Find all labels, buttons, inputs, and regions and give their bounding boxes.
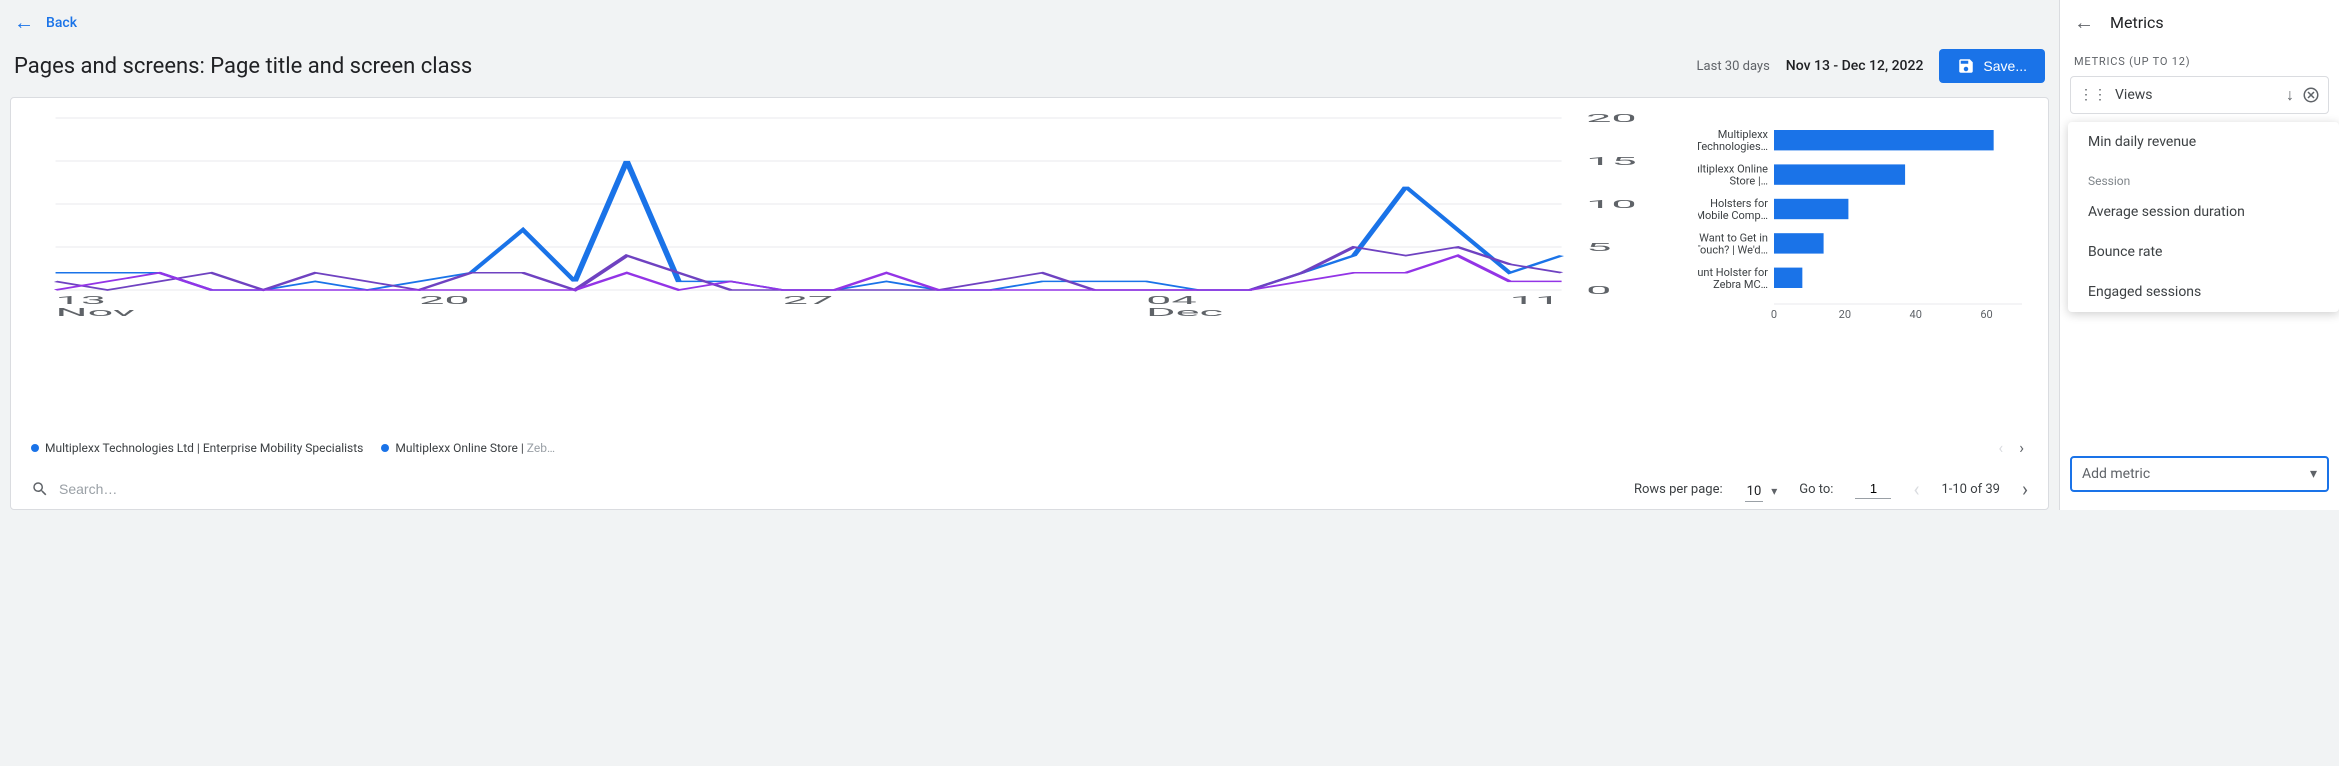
date-range[interactable]: Nov 13 - Dec 12, 2022 [1786, 58, 1924, 74]
legend-next-icon[interactable]: › [2015, 434, 2028, 461]
rows-per-page-label: Rows per page: [1634, 482, 1723, 497]
back-link[interactable]: Back [46, 15, 77, 31]
page-title: Pages and screens: Page title and screen… [14, 54, 1681, 79]
svg-text:15: 15 [1586, 155, 1637, 168]
svg-text:13: 13 [56, 294, 107, 307]
metric-chip-label: Views [2115, 87, 2278, 103]
legend-label: Multiplexx Technologies Ltd | Enterprise… [45, 441, 363, 455]
metrics-section-label: METRICS (UP TO 12) [2070, 45, 2329, 76]
bar-chart: MultiplexxTechnologies…Multiplexx Online… [1698, 110, 2028, 320]
legend-dot-icon [381, 444, 389, 452]
svg-text:40: 40 [1910, 308, 1922, 320]
rows-per-page-value[interactable]: 10 [1745, 482, 1764, 502]
dropdown-group-label: Session [2068, 162, 2339, 192]
goto-input[interactable] [1855, 479, 1891, 499]
svg-text:27: 27 [783, 294, 834, 307]
drag-handle-icon[interactable]: ⋮⋮ [2079, 87, 2107, 103]
search-icon [31, 480, 49, 498]
svg-text:0: 0 [1586, 284, 1611, 297]
svg-text:11: 11 [1510, 294, 1561, 307]
dropdown-item[interactable]: Average session duration [2068, 192, 2339, 232]
svg-text:10: 10 [1586, 198, 1637, 211]
legend-item[interactable]: Multiplexx Online Store | Zeb… [381, 441, 555, 455]
remove-icon[interactable] [2302, 86, 2320, 104]
line-chart: 0 5 10 15 20 13Nov 20 27 04Dec 11 [31, 110, 1668, 320]
svg-text:20: 20 [1839, 308, 1851, 320]
save-button[interactable]: Save... [1939, 49, 2045, 83]
svg-text:20: 20 [419, 294, 470, 307]
save-button-label: Save... [1983, 58, 2027, 74]
sidepanel-back-icon[interactable]: ← [2074, 10, 2094, 35]
caret-down-icon[interactable]: ▾ [1771, 484, 1777, 498]
dropdown-item[interactable]: Bounce rate [2068, 232, 2339, 272]
sort-descending-icon[interactable]: ↓ [2286, 85, 2294, 105]
metric-chip-views[interactable]: ⋮⋮ Views ↓ [2070, 76, 2329, 114]
svg-text:0: 0 [1771, 308, 1777, 320]
dropdown-item[interactable]: Min daily revenue [2068, 122, 2339, 162]
svg-text:Nov: Nov [56, 306, 135, 319]
svg-text:Dec: Dec [1146, 306, 1223, 319]
chart-legend: Multiplexx Technologies Ltd | Enterprise… [31, 428, 2028, 467]
sidepanel-title: Metrics [2110, 13, 2164, 32]
svg-text:Store |…: Store |… [1729, 175, 1768, 188]
svg-text:20: 20 [1586, 112, 1637, 125]
svg-text:04: 04 [1146, 294, 1197, 307]
caret-down-icon: ▾ [2310, 466, 2317, 482]
page-range: 1-10 of 39 [1941, 482, 2000, 497]
metric-dropdown[interactable]: Min daily revenue Session Average sessio… [2068, 122, 2339, 312]
page-prev-icon: ‹ [1913, 477, 1919, 501]
legend-item[interactable]: Multiplexx Technologies Ltd | Enterprise… [31, 441, 363, 455]
dropdown-item[interactable]: Engaged sessions [2068, 272, 2339, 312]
page-next-icon[interactable]: › [2022, 477, 2028, 501]
svg-text:Technologies…: Technologies… [1698, 140, 1768, 153]
svg-text:60: 60 [1980, 308, 1992, 320]
goto-label: Go to: [1799, 482, 1833, 497]
legend-label: Multiplexx Online Store | Zeb… [395, 441, 555, 455]
legend-prev-icon: ‹ [1994, 434, 2007, 461]
add-metric-label: Add metric [2082, 466, 2150, 482]
back-arrow-icon[interactable]: ← [14, 10, 34, 35]
svg-text:Zebra MC…: Zebra MC… [1713, 278, 1768, 291]
svg-text:Mobile Comp…: Mobile Comp… [1698, 209, 1768, 222]
add-metric-input[interactable]: Add metric ▾ [2070, 456, 2329, 492]
save-icon [1957, 57, 1975, 75]
search-input[interactable] [59, 481, 259, 497]
date-preset-label: Last 30 days [1697, 59, 1770, 74]
svg-text:5: 5 [1586, 241, 1611, 254]
svg-text:Touch? | We'd…: Touch? | We'd… [1698, 243, 1768, 256]
legend-dot-icon [31, 444, 39, 452]
